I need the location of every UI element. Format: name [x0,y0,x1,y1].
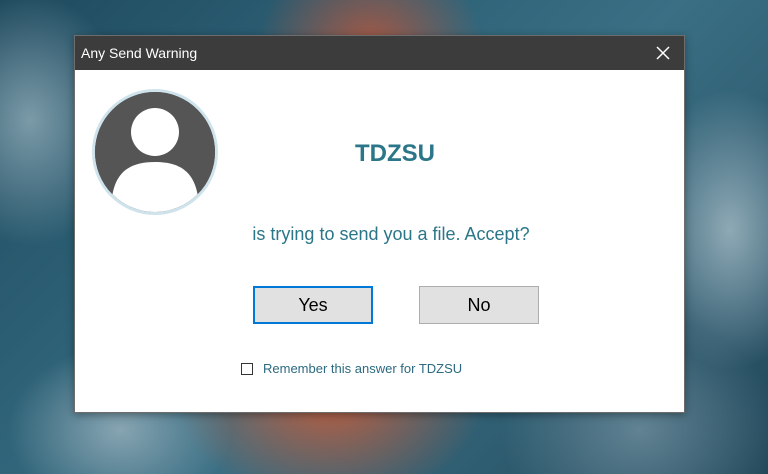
window-title: Any Send Warning [81,45,198,61]
close-button[interactable] [642,36,684,70]
yes-button[interactable]: Yes [253,286,373,324]
any-send-warning-dialog: Any Send Warning TDZSU is trying to send… [74,35,685,413]
sender-name: TDZSU [355,140,435,167]
transfer-message: is trying to send you a file. Accept? [252,224,530,244]
title-bar: Any Send Warning [75,36,684,70]
remember-checkbox[interactable] [241,362,253,375]
remember-label: Remember this answer for TDZSU [263,361,463,376]
no-button[interactable]: No [419,286,539,324]
remember-answer-option[interactable]: Remember this answer for TDZSU [241,361,462,376]
close-icon [656,46,670,60]
user-avatar-icon [92,89,218,215]
